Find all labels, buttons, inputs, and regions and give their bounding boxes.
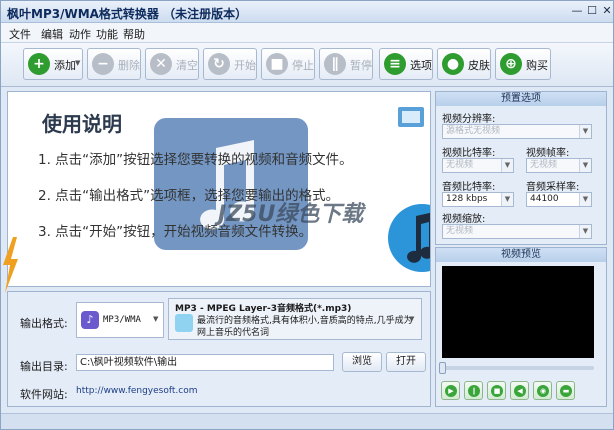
instructions-panel: 使用说明 1. 点击“添加”按钮选择您要转换的视频和音频文件。 2. 点击“输出…: [7, 91, 431, 287]
framerate-select[interactable]: 无视频 ▼: [526, 158, 592, 173]
video-bitrate-select[interactable]: 无视频 ▼: [442, 158, 514, 173]
menu-function[interactable]: 功能: [96, 26, 118, 42]
speaker-icon: ◀: [514, 385, 526, 397]
menu-help[interactable]: 帮助: [123, 26, 145, 42]
instructions-heading: 使用说明: [42, 112, 122, 136]
clear-button[interactable]: ✕ 清空: [145, 48, 199, 80]
camera-icon: ◉: [537, 385, 549, 397]
preset-options-panel: 预置选项 视频分辨率: 源格式无视频 ▼ 视频比特率: 视频帧率: 无视频 ▼ 无视…: [435, 91, 607, 245]
output-panel: 输出格式: ♪ MP3/WMA ▼ MP3 - MPEG Layer-3音频格式…: [7, 291, 431, 407]
plus-icon: +: [28, 53, 50, 75]
website-link[interactable]: http://www.fengyesoft.com: [76, 386, 198, 396]
film-icon: [398, 107, 424, 127]
seek-handle[interactable]: [439, 362, 446, 374]
samplerate-label: 音频采样率:: [526, 182, 580, 193]
output-dir-input[interactable]: C:\枫叶视频软件\输出: [76, 354, 334, 371]
stop-button[interactable]: ■ 停止: [261, 48, 315, 80]
play-icon: ▶: [445, 385, 457, 397]
menu-bar: 文件 编辑 动作 功能 帮助: [1, 23, 613, 43]
apple-icon: ●: [442, 53, 464, 75]
format-label: 输出格式:: [20, 317, 68, 330]
video-preview-header: 视频预览: [436, 248, 606, 262]
app-window: 枫叶MP3/WMA格式转换器 （未注册版本） — ☐ ✕ 文件 编辑 动作 功能…: [0, 0, 614, 430]
stop-preview-button[interactable]: ■: [487, 381, 506, 400]
folder-button[interactable]: ▬: [556, 381, 575, 400]
open-button[interactable]: 打开: [386, 352, 426, 372]
toolbar: + 添加 ▼ − 删除 ✕ 清空 ↻ 开始 ■ 停止 ∥ 暂停 ≡ 选项 ● 皮…: [1, 43, 613, 87]
video-screen: [442, 266, 594, 358]
cart-icon: ⊕: [500, 53, 522, 75]
format-select[interactable]: ♪ MP3/WMA ▼: [76, 302, 164, 338]
resolution-label: 视频分辨率:: [442, 114, 496, 125]
options-button[interactable]: ≡ 选项: [379, 48, 433, 80]
chevron-down-icon: ▼: [153, 315, 159, 323]
pause-button[interactable]: ∥ 暂停: [319, 48, 373, 80]
document-icon: [175, 314, 193, 332]
options-icon: ≡: [384, 53, 406, 75]
scale-select[interactable]: 无视频 ▼: [442, 224, 592, 239]
video-bitrate-label: 视频比特率:: [442, 148, 496, 159]
website-label: 软件网站:: [20, 388, 68, 401]
scale-label: 视频缩放:: [442, 214, 486, 225]
add-button[interactable]: + 添加 ▼: [23, 48, 83, 80]
samplerate-select[interactable]: 44100 ▼: [526, 192, 592, 207]
pause-preview-button[interactable]: ∥: [464, 381, 483, 400]
title-bar: 枫叶MP3/WMA格式转换器 （未注册版本） — ☐ ✕: [1, 1, 613, 23]
folder-icon: ▬: [560, 385, 572, 397]
output-dir-label: 输出目录:: [20, 360, 68, 373]
pause-icon: ∥: [468, 385, 480, 397]
pause-icon: ∥: [324, 53, 346, 75]
close-button[interactable]: ✕: [599, 4, 614, 19]
minus-icon: −: [92, 53, 114, 75]
audio-format-icon: ♪: [81, 311, 99, 329]
minimize-button[interactable]: —: [569, 4, 585, 19]
maximize-button[interactable]: ☐: [584, 4, 600, 19]
start-button[interactable]: ↻ 开始: [203, 48, 257, 80]
format-description[interactable]: MP3 - MPEG Layer-3音频格式(*.mp3) 最流行的音频格式,具…: [168, 298, 422, 340]
volume-button[interactable]: ◀: [510, 381, 529, 400]
window-title: 枫叶MP3/WMA格式转换器 （未注册版本）: [7, 7, 248, 21]
framerate-label: 视频帧率:: [526, 148, 570, 159]
chevron-down-icon: ▼: [409, 315, 415, 323]
seek-track[interactable]: [442, 366, 594, 370]
refresh-icon: ↻: [208, 53, 230, 75]
stop-icon: ■: [491, 385, 503, 397]
lightning-icon: [3, 237, 18, 293]
menu-edit[interactable]: 编辑: [41, 26, 63, 42]
snapshot-button[interactable]: ◉: [533, 381, 552, 400]
preset-options-header: 预置选项: [436, 92, 606, 106]
broom-icon: ✕: [150, 53, 172, 75]
skin-button[interactable]: ● 皮肤: [437, 48, 491, 80]
buy-button[interactable]: ⊕ 购买: [495, 48, 551, 80]
menu-action[interactable]: 动作: [69, 26, 91, 42]
audio-bitrate-label: 音频比特率:: [442, 182, 496, 193]
watermark-text: JZ5U绿色下载: [218, 202, 364, 227]
delete-button[interactable]: − 删除: [87, 48, 141, 80]
stop-icon: ■: [266, 53, 288, 75]
audio-bitrate-select[interactable]: 128 kbps ▼: [442, 192, 514, 207]
resolution-select[interactable]: 源格式无视频 ▼: [442, 124, 592, 139]
instruction-step-1: 1. 点击“添加”按钮选择您要转换的视频和音频文件。: [38, 152, 353, 168]
chevron-down-icon: ▼: [75, 59, 81, 67]
menu-file[interactable]: 文件: [9, 26, 31, 42]
music-disc-icon: [388, 204, 430, 272]
browse-button[interactable]: 浏览: [342, 352, 382, 372]
status-bar: [1, 413, 613, 429]
play-button[interactable]: ▶: [441, 381, 460, 400]
